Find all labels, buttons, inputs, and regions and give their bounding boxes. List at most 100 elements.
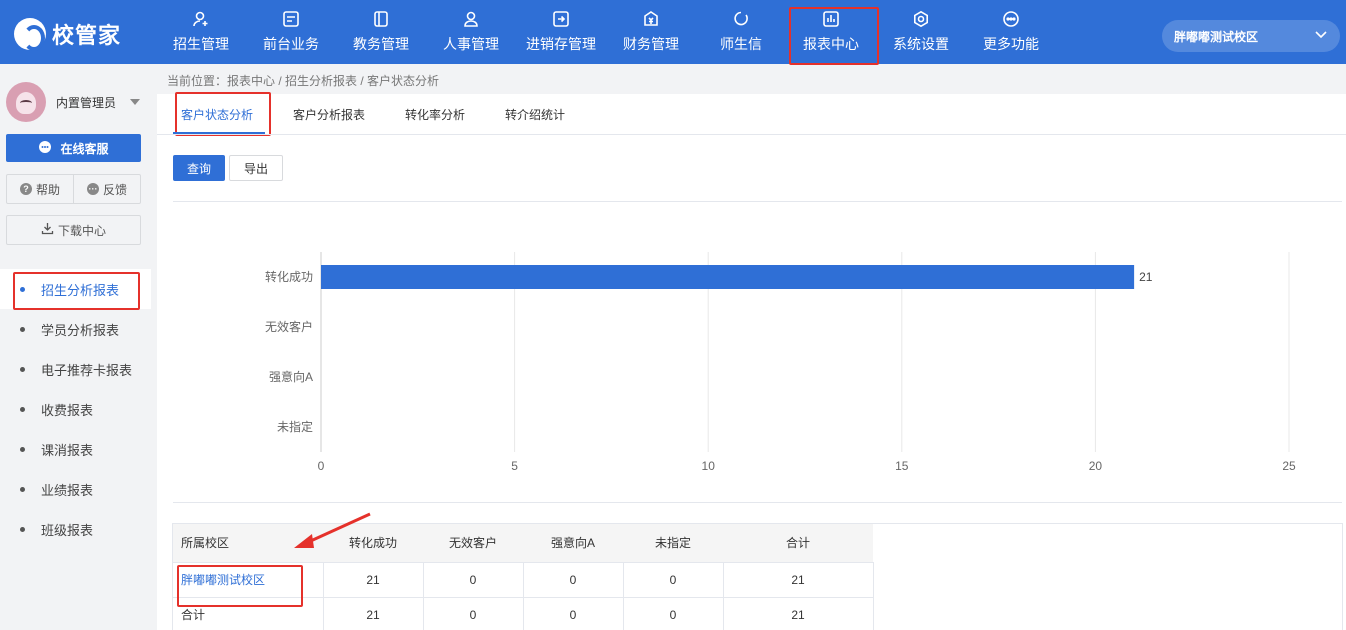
menu-item-label: 电子推荐卡报表 xyxy=(41,362,133,378)
nav-label: 招生管理 xyxy=(173,36,229,52)
nav-item-settings[interactable]: 系统设置 xyxy=(876,0,966,64)
nav-label: 进销存管理 xyxy=(526,36,596,52)
top-bar: 校管家 招生管理 前台业务 教务管理 人事管理 进销存管理 财务管理 师生信 报… xyxy=(0,0,1346,65)
table-cell: 21 xyxy=(723,561,874,597)
help-button[interactable]: ? 帮助 xyxy=(7,175,73,203)
nav-item-reports[interactable]: 报表中心 xyxy=(786,0,879,65)
column-header: 合计 xyxy=(723,524,873,562)
settings-icon xyxy=(912,10,930,28)
chat-icon xyxy=(38,140,52,157)
data-label: 21 xyxy=(1139,270,1153,284)
download-center-button[interactable]: 下载中心 xyxy=(6,215,141,245)
column-header: 未指定 xyxy=(623,524,723,562)
campus-select-value: 胖嘟嘟测试校区 xyxy=(1174,29,1259,44)
tab-customer-analysis[interactable]: 客户分析报表 xyxy=(273,94,385,134)
menu-item-class-report[interactable]: 班级报表 xyxy=(0,509,151,549)
bullet-icon xyxy=(20,326,25,332)
y-tick-label: 转化成功 xyxy=(265,269,313,284)
book-icon xyxy=(372,10,390,28)
menu-item-label: 课消报表 xyxy=(41,442,94,458)
report-menu: 招生分析报表 学员分析报表 电子推荐卡报表 收费报表 课消报表 业绩报表 班级报… xyxy=(0,269,151,549)
tab-conversion-rate[interactable]: 转化率分析 xyxy=(385,94,485,134)
online-service-button[interactable]: 在线客服 xyxy=(6,134,141,162)
nav-label: 财务管理 xyxy=(623,36,679,52)
user-profile[interactable]: 内置管理员 xyxy=(6,82,141,122)
annotation-arrow-icon xyxy=(294,512,371,548)
main-nav: 招生管理 前台业务 教务管理 人事管理 进销存管理 财务管理 师生信 报表中心 xyxy=(156,0,1056,65)
tab-referral-stats[interactable]: 转介绍统计 xyxy=(485,94,585,134)
nav-item-inventory[interactable]: 进销存管理 xyxy=(516,0,606,64)
nav-item-front-desk[interactable]: 前台业务 xyxy=(246,0,336,64)
table-cell: 0 xyxy=(523,596,624,630)
inventory-icon xyxy=(552,10,570,28)
nav-item-more[interactable]: 更多功能 xyxy=(966,0,1056,64)
table-cell-campus[interactable]: 胖嘟嘟测试校区 xyxy=(173,561,324,597)
menu-item-label: 学员分析报表 xyxy=(41,322,120,338)
person-icon xyxy=(462,10,480,28)
nav-label: 系统设置 xyxy=(893,36,949,52)
caret-down-icon xyxy=(130,99,141,105)
customer-status-chart: 0 5 10 15 20 25 转化成功 21 无效客户强意向A 未指定 xyxy=(265,252,1296,473)
query-button[interactable]: 查询 xyxy=(173,155,226,181)
menu-item-label: 业绩报表 xyxy=(41,482,94,498)
bullet-icon xyxy=(20,286,25,292)
feedback-button[interactable]: ··· 反馈 xyxy=(73,175,140,203)
y-tick-label: 无效客户 xyxy=(265,319,313,334)
bullet-icon xyxy=(20,486,25,492)
download-icon xyxy=(41,222,54,238)
menu-item-fee-report[interactable]: 收费报表 xyxy=(0,389,151,429)
table-cell: 21 xyxy=(323,561,424,597)
logo-text: 校管家 xyxy=(52,23,122,48)
table-cell: 0 xyxy=(423,596,524,630)
y-tick-label: 未指定 xyxy=(277,419,313,434)
nav-label: 教务管理 xyxy=(353,36,409,52)
bar xyxy=(321,265,1135,289)
download-center-label: 下载中心 xyxy=(57,223,106,238)
breadcrumb: 当前位置：报表中心 / 招生分析报表 / 客户状态分析 xyxy=(167,74,440,88)
campus-select[interactable]: 胖嘟嘟测试校区 xyxy=(1162,20,1340,52)
column-header: 强意向A xyxy=(523,524,623,562)
online-service-label: 在线客服 xyxy=(60,141,109,156)
table-cell: 21 xyxy=(323,596,424,630)
chevron-down-icon xyxy=(1314,29,1328,43)
export-button[interactable]: 导出 xyxy=(229,155,284,181)
table-cell: 21 xyxy=(723,596,874,630)
menu-item-referral-card-report[interactable]: 电子推荐卡报表 xyxy=(0,349,151,389)
nav-item-enrollment[interactable]: 招生管理 xyxy=(156,0,246,64)
nav-label: 师生信 xyxy=(720,36,762,52)
app-logo[interactable]: 校管家 xyxy=(14,18,122,51)
table-cell: 0 xyxy=(423,561,524,597)
y-tick-label: 强意向A xyxy=(269,369,313,384)
tab-customer-status[interactable]: 客户状态分析 xyxy=(173,92,273,136)
divider xyxy=(173,201,1342,202)
action-bar: 查询 导出 xyxy=(173,155,284,181)
report-icon xyxy=(822,10,840,28)
table-cell: 0 xyxy=(523,561,624,597)
menu-item-consumption-report[interactable]: 课消报表 xyxy=(0,429,151,469)
campus-link[interactable]: 胖嘟嘟测试校区 xyxy=(181,573,265,587)
help-label: 帮助 xyxy=(35,182,60,197)
user-add-icon xyxy=(192,10,210,28)
column-header: 无效客户 xyxy=(423,524,523,562)
nav-item-academic[interactable]: 教务管理 xyxy=(336,0,426,64)
table-header-row: 所属校区 转化成功 无效客户 强意向A 未指定 合计 xyxy=(173,524,873,562)
nav-label: 报表中心 xyxy=(803,36,859,52)
bullet-icon xyxy=(20,526,25,532)
user-name: 内置管理员 xyxy=(56,95,117,110)
help-feedback-row: ? 帮助 ··· 反馈 xyxy=(6,174,141,204)
help-icon: ? xyxy=(19,183,32,195)
table-row: 胖嘟嘟测试校区 21 0 0 0 21 xyxy=(173,561,874,597)
more-icon xyxy=(1002,10,1020,28)
nav-item-hr[interactable]: 人事管理 xyxy=(426,0,516,64)
menu-item-enrollment-report[interactable]: 招生分析报表 xyxy=(0,269,151,310)
menu-item-label: 招生分析报表 xyxy=(41,282,120,298)
bullet-icon xyxy=(20,446,25,452)
monitor-icon xyxy=(282,10,300,28)
nav-item-finance[interactable]: 财务管理 xyxy=(606,0,696,64)
nav-item-messages[interactable]: 师生信 xyxy=(696,0,786,64)
menu-item-performance-report[interactable]: 业绩报表 xyxy=(0,469,151,509)
x-tick-label: 15 xyxy=(895,459,909,473)
menu-item-student-report[interactable]: 学员分析报表 xyxy=(0,309,151,349)
feedback-label: 反馈 xyxy=(102,182,127,197)
x-tick-label: 0 xyxy=(318,459,325,473)
